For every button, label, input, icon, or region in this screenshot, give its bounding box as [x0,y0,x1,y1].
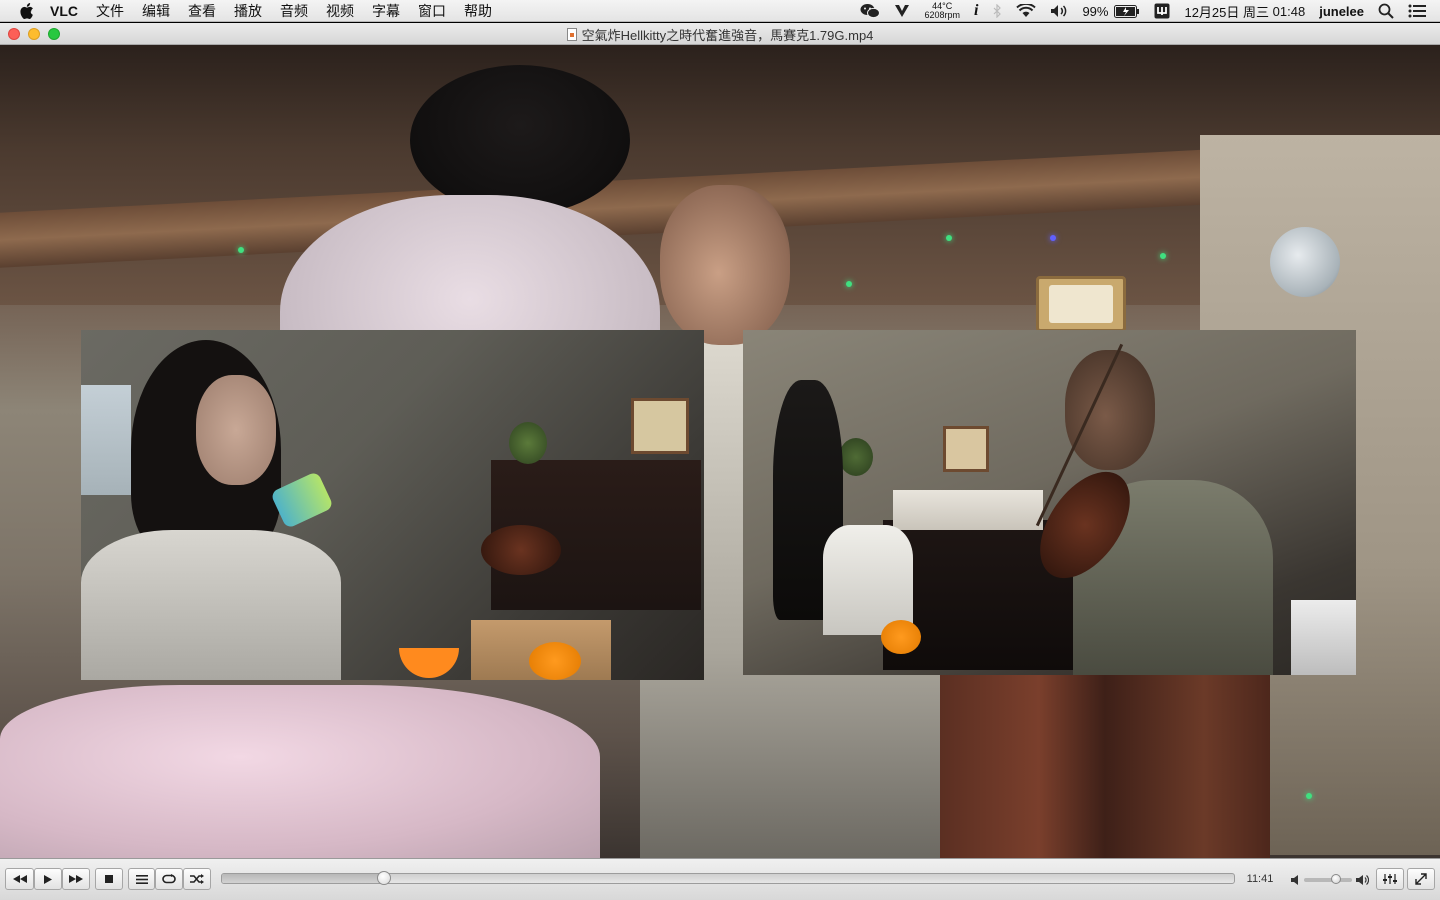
playlist-icon [135,874,148,884]
playback-controls: 11:41 [0,858,1440,900]
clock-date[interactable]: 12月25日 周三 01:48 [1184,2,1305,21]
menu-help[interactable]: 帮助 [464,1,492,21]
fast-forward-button[interactable] [62,868,90,890]
video-scene-light [238,247,244,253]
inset-scene-poster [81,385,131,495]
fullscreen-button[interactable] [1407,868,1435,890]
video-file-icon [566,27,577,41]
rewind-icon [12,875,27,883]
video-frame[interactable] [0,45,1440,858]
inset-scene-piano-cover [893,490,1043,530]
menu-bar: VLC 文件 编辑 查看 播放 音频 视频 字幕 窗口 帮助 44°C 6208… [0,0,1440,22]
inset-scene-vase [509,422,547,464]
video-scene-light [846,281,852,287]
seek-bar-played [222,874,384,883]
loop-button[interactable] [155,868,183,890]
inset-scene-orange-bowl [399,648,459,678]
video-scene-person-head [410,65,630,215]
video-scene-wall-clock [1036,276,1126,332]
user-name[interactable]: junelee [1319,4,1364,19]
weekday-text: 周三 [1243,4,1270,20]
menu-video[interactable]: 视频 [326,1,354,21]
equalizer-icon [1383,874,1397,884]
window-title-text: 空氣炸Hellkitty之時代奮進強音，馬賽克1.79G.mp4 [581,27,874,43]
time-text: 01:48 [1272,3,1306,19]
vpn-icon[interactable] [894,4,910,18]
inset-scene-girl-face [196,375,276,485]
volume-mute-icon[interactable] [1291,873,1300,891]
seek-bar[interactable] [221,871,1235,885]
window-title: 空氣炸Hellkitty之時代奮進強音，馬賽克1.79G.mp4 [0,23,1440,45]
video-scene-light [1306,793,1312,799]
video-scene-light [1050,235,1056,241]
inset-scene-appliance [1291,600,1356,675]
video-scene-man-head [660,185,790,345]
input-method-icon[interactable] [1154,3,1170,19]
bluetooth-icon[interactable] [992,4,1002,18]
loop-icon [162,874,176,884]
menu-audio[interactable]: 音频 [280,1,308,21]
window-title-bar[interactable]: 空氣炸Hellkitty之時代奮進強音，馬賽克1.79G.mp4 [0,23,1440,45]
menu-subtitles[interactable]: 字幕 [372,1,400,21]
play-button[interactable] [34,868,62,890]
menu-file[interactable]: 文件 [96,1,124,21]
rewind-button[interactable] [5,868,34,890]
inset-scene-picture-frame [943,426,989,472]
app-name-menu[interactable]: VLC [50,3,78,19]
inset-video-right [743,330,1356,675]
fast-forward-icon [69,875,83,883]
battery-percent[interactable]: 99% [1082,4,1108,19]
wechat-icon[interactable] [860,3,881,19]
inset-scene-girl-shirt [81,530,341,680]
volume-max-icon[interactable] [1356,873,1370,891]
info-icon[interactable]: i [974,2,978,20]
date-text: 12月25日 [1184,4,1240,20]
volume-knob[interactable] [1331,874,1342,884]
video-scene-lamp [1270,227,1340,297]
shuffle-button[interactable] [183,868,211,890]
video-scene-door [940,675,1270,858]
shuffle-icon [190,874,204,884]
video-scene-foreground-arm [0,685,600,858]
fan-speed-value: 6208rpm [924,10,960,20]
status-area: 44°C 6208rpm i 99% 12月25日 周三 01:48 junel… [860,0,1440,22]
inset-scene-orange-horn [529,642,581,680]
notification-center-icon[interactable] [1408,4,1426,18]
video-scene-light [1160,253,1166,259]
inset-scene-vase [839,438,873,476]
play-icon [44,874,52,884]
video-scene-light [946,235,952,241]
elapsed-time[interactable]: 11:41 [1242,873,1278,885]
search-icon[interactable] [1378,3,1394,19]
seek-knob[interactable] [376,871,391,885]
volume-slider[interactable] [1304,874,1352,884]
inset-scene-violin [481,525,561,575]
wifi-icon[interactable] [1016,4,1037,18]
fullscreen-icon [1415,873,1427,885]
stop-button[interactable] [95,868,123,890]
menu-view[interactable]: 查看 [188,1,216,21]
menu-edit[interactable]: 编辑 [142,1,170,21]
playlist-button[interactable] [128,868,155,890]
apple-icon[interactable] [20,2,36,19]
menu-window[interactable]: 窗口 [418,1,446,21]
inset-video-left [81,330,704,680]
stop-icon [105,875,113,883]
battery-icon[interactable] [1114,4,1140,18]
inset-scene-orange-horn [881,620,921,654]
menu-playback[interactable]: 播放 [234,1,262,21]
inset-scene-picture-frame [631,398,689,454]
equalizer-button[interactable] [1376,868,1404,890]
temperature-readout[interactable]: 44°C 6208rpm [924,2,960,20]
volume-icon[interactable] [1050,4,1068,18]
inset-scene-child-shirt [823,525,913,635]
